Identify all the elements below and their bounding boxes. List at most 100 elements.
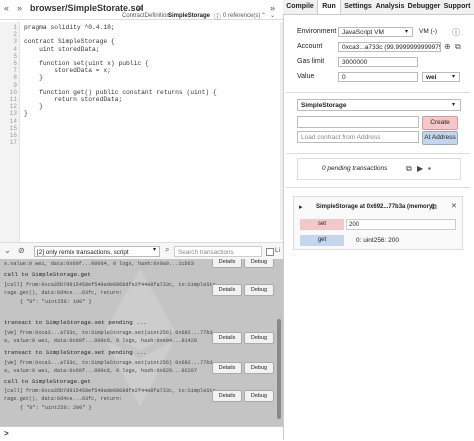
chevron-down-icon: ▾ bbox=[452, 102, 456, 108]
code-line: } bbox=[24, 74, 43, 82]
section-divider bbox=[286, 92, 470, 93]
terminal-scrollbar[interactable] bbox=[277, 319, 281, 419]
chevron-down-icon: ▾ bbox=[153, 247, 157, 253]
code-line: } bbox=[24, 110, 28, 118]
terminal-output: Details Debug s.value:0 wei, data:0x60f.… bbox=[0, 259, 283, 426]
log-line: rage.get(), data:6d4ce...63fc, return: bbox=[4, 290, 123, 296]
vm-badge: VM (-) bbox=[419, 28, 438, 35]
log-line: [call] from:0xca35b7d915458ef540ade6068d… bbox=[4, 282, 216, 288]
terminal-input[interactable]: > bbox=[0, 426, 283, 441]
code-line: } bbox=[24, 103, 43, 111]
environment-label: Environment bbox=[297, 28, 337, 35]
debug-button[interactable]: Debug bbox=[244, 259, 274, 268]
log-line: [call] from:0xca35b7d915458ef540ade6068d… bbox=[4, 388, 216, 394]
account-select[interactable]: 0xca3...a733c (99.9999999999979621 bbox=[338, 42, 441, 52]
next-reference-icon[interactable]: ⌄ bbox=[270, 12, 275, 19]
value-label: Value bbox=[297, 73, 315, 80]
chevron-down-icon: ▾ bbox=[452, 74, 456, 80]
scroll-left-icon[interactable]: « bbox=[4, 3, 9, 13]
log-line: a, value:0 wei, data:0x60f...000c8, 0 lo… bbox=[4, 368, 198, 374]
clear-terminal-icon[interactable]: ⊘ bbox=[18, 246, 25, 255]
account-label: Account bbox=[297, 43, 323, 50]
set-input[interactable]: 200 bbox=[346, 219, 456, 230]
get-button[interactable]: get bbox=[300, 235, 344, 246]
play-icon[interactable]: ▶ bbox=[417, 164, 423, 173]
scroll-right-icon[interactable]: » bbox=[17, 3, 22, 13]
contract-definition-label: ContractDefinition bbox=[122, 13, 170, 19]
log-line: transact to SimpleStorage.set pending ..… bbox=[4, 349, 147, 356]
log-line: { "0": "uint256: 100" } bbox=[20, 299, 92, 305]
log-line: call to SimpleStorage.get bbox=[4, 378, 91, 385]
tab-analysis[interactable]: Analysis bbox=[374, 0, 406, 14]
gas-limit-input[interactable]: 3000000 bbox=[338, 57, 418, 67]
code-line: pragma solidity ^0.4.18; bbox=[24, 24, 115, 31]
listen-checkbox[interactable] bbox=[266, 248, 274, 256]
tab-compile[interactable]: Compile bbox=[285, 0, 315, 14]
code-line: uint storedData; bbox=[24, 45, 100, 53]
collapse-terminal-icon[interactable]: ⌄ bbox=[4, 246, 11, 255]
terminal-prompt: > bbox=[4, 429, 9, 438]
contract-definition-name: SimpleStorage bbox=[168, 13, 211, 19]
details-button[interactable]: Details bbox=[212, 362, 242, 374]
load-address-input[interactable]: Load contract from Address bbox=[297, 131, 419, 143]
details-button[interactable]: Details bbox=[212, 284, 242, 296]
close-instance-icon[interactable]: ✕ bbox=[451, 202, 457, 210]
debug-button[interactable]: Debug bbox=[244, 390, 274, 402]
log-line: call to SimpleStorage.get bbox=[4, 271, 91, 278]
chevron-down-icon: ▾ bbox=[405, 29, 409, 35]
debug-button[interactable]: Debug bbox=[244, 362, 274, 374]
get-result: 0: uint256: 200 bbox=[356, 237, 400, 244]
section-divider bbox=[286, 187, 470, 188]
log-line: a, value:0 wei, data:0x60f...000c8, 0 lo… bbox=[4, 338, 198, 344]
log-line: { "0": "uint256: 200" } bbox=[20, 405, 92, 411]
details-button[interactable]: Details bbox=[212, 259, 242, 268]
section-divider bbox=[286, 153, 470, 154]
value-input[interactable]: 0 bbox=[338, 72, 418, 82]
pending-transactions-text: 0 pending transactions bbox=[322, 165, 388, 172]
code-editor[interactable]: pragma solidity ^0.4.18; contract SimpleS… bbox=[0, 22, 280, 242]
save-icon[interactable]: ⧉ bbox=[406, 164, 412, 174]
log-line: s.value:0 wei, data:0x60f...00064, 0 log… bbox=[4, 261, 194, 267]
at-address-button[interactable]: At Address bbox=[422, 131, 458, 145]
copy-address-icon[interactable]: ⧉ bbox=[431, 202, 437, 212]
search-transactions-input[interactable]: Search transactions bbox=[174, 246, 262, 257]
set-button[interactable]: set bbox=[300, 219, 344, 230]
prev-reference-icon[interactable]: ⌃ bbox=[261, 12, 266, 19]
log-line: [vm] from:0xca3...a733c, to:SimpleStorag… bbox=[4, 360, 213, 366]
log-line: rage.get(), data:6d4ce...63fc, return: bbox=[4, 396, 123, 402]
code-line: storedData = x; bbox=[24, 67, 111, 75]
contract-select[interactable]: SimpleStorage bbox=[297, 99, 461, 111]
references-count: 0 reference(s) bbox=[223, 13, 261, 19]
code-line: return storedData; bbox=[24, 96, 123, 103]
tab-debugger[interactable]: Debugger bbox=[406, 0, 442, 14]
panel-divider[interactable] bbox=[283, 0, 284, 440]
details-button[interactable]: Details bbox=[212, 332, 242, 344]
details-button[interactable]: Details bbox=[212, 390, 242, 402]
code-line: function set(uint x) public { bbox=[24, 60, 149, 67]
instance-title: SimpleStorage at 0x692...77b3a (memory) bbox=[316, 204, 435, 210]
transaction-filter-select[interactable]: [2] only remix transactions, script bbox=[34, 246, 160, 257]
search-icon: ⌕ bbox=[165, 245, 170, 254]
pending-transactions-box: 0 pending transactions ⧉ ▶ ▪ bbox=[297, 158, 461, 180]
debug-button[interactable]: Debug bbox=[244, 284, 274, 296]
info-icon[interactable]: ⓘ bbox=[452, 27, 460, 38]
file-tab-label[interactable]: browser/SimpleStorate.sol bbox=[30, 3, 144, 13]
expand-instance-icon[interactable]: ▸ bbox=[299, 203, 303, 211]
add-account-icon[interactable]: ⊕ bbox=[444, 42, 451, 51]
log-line: [vm] from:0xca3...a733c, to:SimpleStorag… bbox=[4, 330, 213, 336]
reference-arrow-icon: ⓘ bbox=[214, 14, 221, 21]
contract-info-bar: ContractDefinition SimpleStorage ⓘ 0 ref… bbox=[0, 13, 283, 22]
code-line: function get() public constant returns (… bbox=[24, 88, 217, 96]
tab-run[interactable]: Run bbox=[317, 0, 341, 14]
trash-icon[interactable]: ▪ bbox=[428, 164, 431, 173]
right-panel-tabs: Compile Run Settings Analysis Debugger S… bbox=[283, 0, 474, 15]
debug-button[interactable]: Debug bbox=[244, 332, 274, 344]
contract-instance: ▸ SimpleStorage at 0x692...77b3a (memory… bbox=[293, 196, 463, 250]
constructor-args-input[interactable] bbox=[297, 116, 419, 128]
tab-support[interactable]: Support bbox=[442, 0, 472, 14]
tab-settings[interactable]: Settings bbox=[343, 0, 373, 14]
log-line: transact to SimpleStorage.set pending ..… bbox=[4, 319, 147, 326]
create-button[interactable]: Create bbox=[422, 116, 458, 130]
copy-icon[interactable]: ⧉ bbox=[455, 42, 461, 52]
environment-select[interactable]: JavaScript VM bbox=[338, 27, 413, 37]
